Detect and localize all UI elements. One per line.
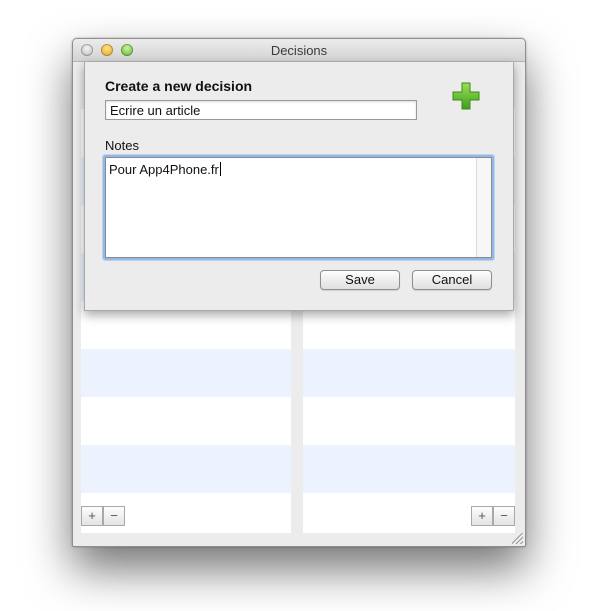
decision-name-field[interactable]	[105, 100, 417, 120]
add-option-button[interactable]: +	[471, 506, 493, 526]
notes-text: Pour App4Phone.fr	[109, 162, 219, 177]
table-row[interactable]	[303, 349, 515, 397]
title-bar[interactable]: Decisions	[73, 39, 525, 62]
table-row[interactable]	[81, 445, 291, 493]
decisions-window: Decisions + − + − Create a new decision	[72, 38, 526, 547]
table-row[interactable]	[81, 349, 291, 397]
add-icon	[452, 82, 480, 110]
cancel-button[interactable]: Cancel	[412, 270, 492, 290]
save-button[interactable]: Save	[320, 270, 400, 290]
remove-option-button[interactable]: −	[493, 506, 515, 526]
new-decision-sheet: Create a new decision Notes Pour App4Pho…	[84, 62, 514, 311]
notes-label: Notes	[105, 138, 139, 153]
remove-decision-button[interactable]: −	[103, 506, 125, 526]
table-row[interactable]	[303, 397, 515, 445]
notes-scrollbar[interactable]	[476, 158, 491, 257]
text-caret	[219, 162, 221, 176]
table-row[interactable]	[303, 445, 515, 493]
window-title: Decisions	[270, 43, 328, 58]
resize-grip-icon[interactable]	[512, 533, 523, 544]
notes-content: Pour App4Phone.fr	[109, 162, 221, 177]
add-decision-button[interactable]: +	[81, 506, 103, 526]
sheet-title: Create a new decision	[105, 78, 253, 94]
notes-textarea[interactable]: Pour App4Phone.fr	[105, 157, 492, 258]
table-row[interactable]	[81, 397, 291, 445]
